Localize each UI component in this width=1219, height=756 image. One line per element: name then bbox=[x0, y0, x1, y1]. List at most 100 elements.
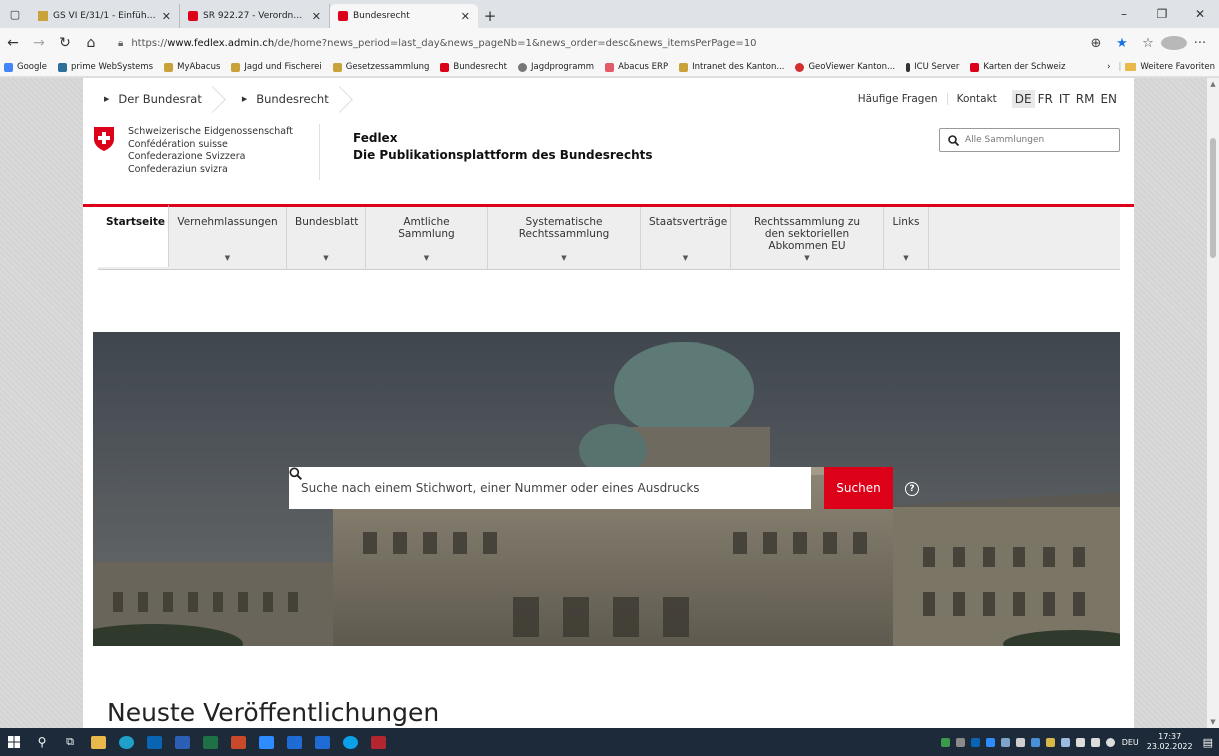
other-favorites[interactable]: Weitere Favoriten bbox=[1140, 62, 1215, 72]
bookmark-abacus-erp[interactable]: Abacus ERP bbox=[605, 62, 668, 72]
scroll-down-icon[interactable]: ▼ bbox=[1207, 718, 1219, 726]
lang-fr[interactable]: FR bbox=[1035, 90, 1056, 108]
contact-link[interactable]: Kontakt bbox=[948, 93, 1006, 105]
bookmark-icu-server[interactable]: ICU Server bbox=[906, 62, 959, 72]
address-input[interactable]: 🔒︎ https://www.fedlex.admin.ch/de/home?n… bbox=[112, 32, 1075, 54]
nav-vernehmlassungen[interactable]: Vernehmlassungen ▼ bbox=[169, 207, 287, 270]
tray-app-icon[interactable] bbox=[1015, 737, 1025, 747]
nav-links[interactable]: Links ▼ bbox=[884, 207, 929, 270]
skype-icon[interactable] bbox=[336, 728, 364, 756]
browser-tab[interactable]: GS VI E/31/1 - Einführungsgeset ✕ bbox=[30, 4, 180, 28]
tray-app-icon[interactable] bbox=[1030, 737, 1040, 747]
file-explorer-icon[interactable] bbox=[84, 728, 112, 756]
lang-en[interactable]: EN bbox=[1097, 90, 1120, 108]
bookmark-karten[interactable]: Karten der Schweiz bbox=[970, 62, 1065, 72]
clock[interactable]: 17:37 23.02.2022 bbox=[1147, 732, 1193, 752]
main-search-input[interactable]: Suche nach einem Stichwort, einer Nummer… bbox=[289, 467, 811, 509]
chevron-right-icon[interactable]: › bbox=[1107, 62, 1110, 72]
search-icon[interactable]: ⚲ bbox=[28, 728, 56, 756]
canton-icon bbox=[679, 62, 689, 72]
tray-app-icon[interactable] bbox=[1060, 737, 1070, 747]
collections-search-input[interactable]: Alle Sammlungen bbox=[939, 128, 1120, 152]
bookmark-google[interactable]: Google bbox=[4, 62, 47, 72]
cmi-app-icon[interactable] bbox=[308, 728, 336, 756]
nav-sektorielle-abkommen-eu[interactable]: Rechtssammlung zu den sektoriellen Abkom… bbox=[731, 207, 884, 270]
windows-start-icon[interactable] bbox=[0, 728, 28, 756]
tray-app-icon[interactable] bbox=[1000, 737, 1010, 747]
teams-icon[interactable] bbox=[252, 728, 280, 756]
nav-staatsvertraege[interactable]: Staatsverträge ▼ bbox=[641, 207, 731, 270]
edge-browser-icon[interactable] bbox=[112, 728, 140, 756]
word-icon[interactable] bbox=[168, 728, 196, 756]
tray-app-icon[interactable] bbox=[940, 737, 950, 747]
nav-amtliche-sammlung[interactable]: Amtliche Sammlung ▼ bbox=[366, 207, 488, 270]
bookmark-jagd-fischerei[interactable]: Jagd und Fischerei bbox=[231, 62, 322, 72]
volume-icon[interactable] bbox=[1090, 737, 1100, 747]
triangle-right-icon: ▶ bbox=[241, 95, 248, 103]
close-tab-icon[interactable]: ✕ bbox=[312, 10, 321, 23]
breadcrumb-item[interactable]: ▶ Bundesrecht bbox=[231, 86, 344, 112]
tray-app-icon[interactable] bbox=[985, 737, 995, 747]
bookmark-myabacus[interactable]: MyAbacus bbox=[164, 62, 220, 72]
input-language[interactable]: DEU bbox=[1122, 738, 1139, 747]
notifications-icon[interactable]: ▤ bbox=[1203, 736, 1213, 749]
tray-app-icon[interactable] bbox=[955, 737, 965, 747]
chevron-down-icon: ▼ bbox=[224, 254, 231, 262]
browser-toolbar: ← → ↻ ⌂ 🔒︎ https://www.fedlex.admin.ch/d… bbox=[0, 28, 1219, 58]
zoom-icon[interactable]: ⊕ bbox=[1083, 36, 1109, 51]
lang-de[interactable]: DE bbox=[1011, 90, 1035, 108]
network-icon[interactable] bbox=[1075, 737, 1085, 747]
canton-icon bbox=[231, 62, 241, 72]
search-button[interactable]: Suchen bbox=[824, 467, 893, 509]
bookmark-geoviewer[interactable]: GeoViewer Kanton... bbox=[795, 62, 895, 72]
home-icon[interactable]: ⌂ bbox=[78, 35, 104, 51]
close-tab-icon[interactable]: ✕ bbox=[461, 10, 470, 23]
forward-icon[interactable]: → bbox=[26, 35, 52, 51]
bookmarks-bar: Google prime WebSystems MyAbacus Jagd un… bbox=[0, 58, 1219, 77]
lang-rm[interactable]: RM bbox=[1073, 90, 1098, 108]
nav-bundesblatt[interactable]: Bundesblatt ▼ bbox=[287, 207, 366, 270]
bookmark-prime-websystems[interactable]: prime WebSystems bbox=[57, 62, 153, 72]
more-menu-icon[interactable]: ··· bbox=[1187, 36, 1213, 51]
close-window-icon[interactable]: ✕ bbox=[1181, 7, 1219, 21]
bookmark-jagdprogramm[interactable]: Jagdprogramm bbox=[517, 62, 594, 72]
reload-icon[interactable]: ↻ bbox=[52, 35, 78, 51]
confederation-logo[interactable]: Schweizerische Eidgenossenschaft Confédé… bbox=[93, 126, 293, 176]
restore-icon[interactable]: ❐ bbox=[1143, 7, 1181, 21]
breadcrumb-item[interactable]: ▶ Der Bundesrat bbox=[93, 86, 217, 112]
window-controls: – ❐ ✕ bbox=[1105, 0, 1219, 28]
close-tab-icon[interactable]: ✕ bbox=[162, 10, 171, 23]
favorite-star-icon[interactable]: ★ bbox=[1109, 36, 1135, 51]
globe-icon[interactable] bbox=[1105, 737, 1115, 747]
lang-it[interactable]: IT bbox=[1056, 90, 1073, 108]
back-icon[interactable]: ← bbox=[0, 35, 26, 51]
scroll-up-icon[interactable]: ▲ bbox=[1207, 80, 1219, 88]
outlook-icon[interactable] bbox=[140, 728, 168, 756]
favorites-list-icon[interactable]: ☆ bbox=[1135, 36, 1161, 51]
triangle-right-icon: ▶ bbox=[104, 95, 110, 103]
task-view-icon[interactable]: ⧉ bbox=[56, 728, 84, 756]
minimize-icon[interactable]: – bbox=[1105, 7, 1143, 21]
scrollbar-thumb[interactable] bbox=[1210, 138, 1216, 258]
bookmark-bundesrecht[interactable]: Bundesrecht bbox=[440, 62, 507, 72]
cmi-app-icon[interactable] bbox=[280, 728, 308, 756]
app-icon[interactable] bbox=[364, 728, 392, 756]
help-icon[interactable]: ? bbox=[905, 482, 919, 496]
browser-tab[interactable]: SR 922.27 - Verordnung vom 30. ✕ bbox=[180, 4, 330, 28]
bookmark-gesetzessammlung[interactable]: Gesetzessammlung bbox=[332, 62, 429, 72]
faq-link[interactable]: Häufige Fragen bbox=[849, 93, 948, 105]
tab-title: SR 922.27 - Verordnung vom 30. bbox=[203, 11, 308, 21]
geoviewer-icon bbox=[795, 62, 805, 72]
page-scrollbar[interactable]: ▲ ▼ bbox=[1207, 78, 1219, 728]
tray-app-icon[interactable] bbox=[1045, 737, 1055, 747]
profile-avatar[interactable] bbox=[1161, 36, 1187, 51]
powerpoint-icon[interactable] bbox=[224, 728, 252, 756]
nav-startseite[interactable]: Startseite bbox=[98, 204, 169, 267]
new-tab-icon[interactable]: + bbox=[478, 4, 502, 28]
bookmark-intranet[interactable]: Intranet des Kanton... bbox=[679, 62, 784, 72]
excel-icon[interactable] bbox=[196, 728, 224, 756]
tab-actions-icon[interactable]: ▢ bbox=[0, 0, 30, 28]
browser-tab-active[interactable]: Bundesrecht ✕ bbox=[330, 4, 478, 28]
nav-systematische-rechtssammlung[interactable]: Systematische Rechtssammlung ▼ bbox=[488, 207, 641, 270]
tray-app-icon[interactable] bbox=[970, 737, 980, 747]
